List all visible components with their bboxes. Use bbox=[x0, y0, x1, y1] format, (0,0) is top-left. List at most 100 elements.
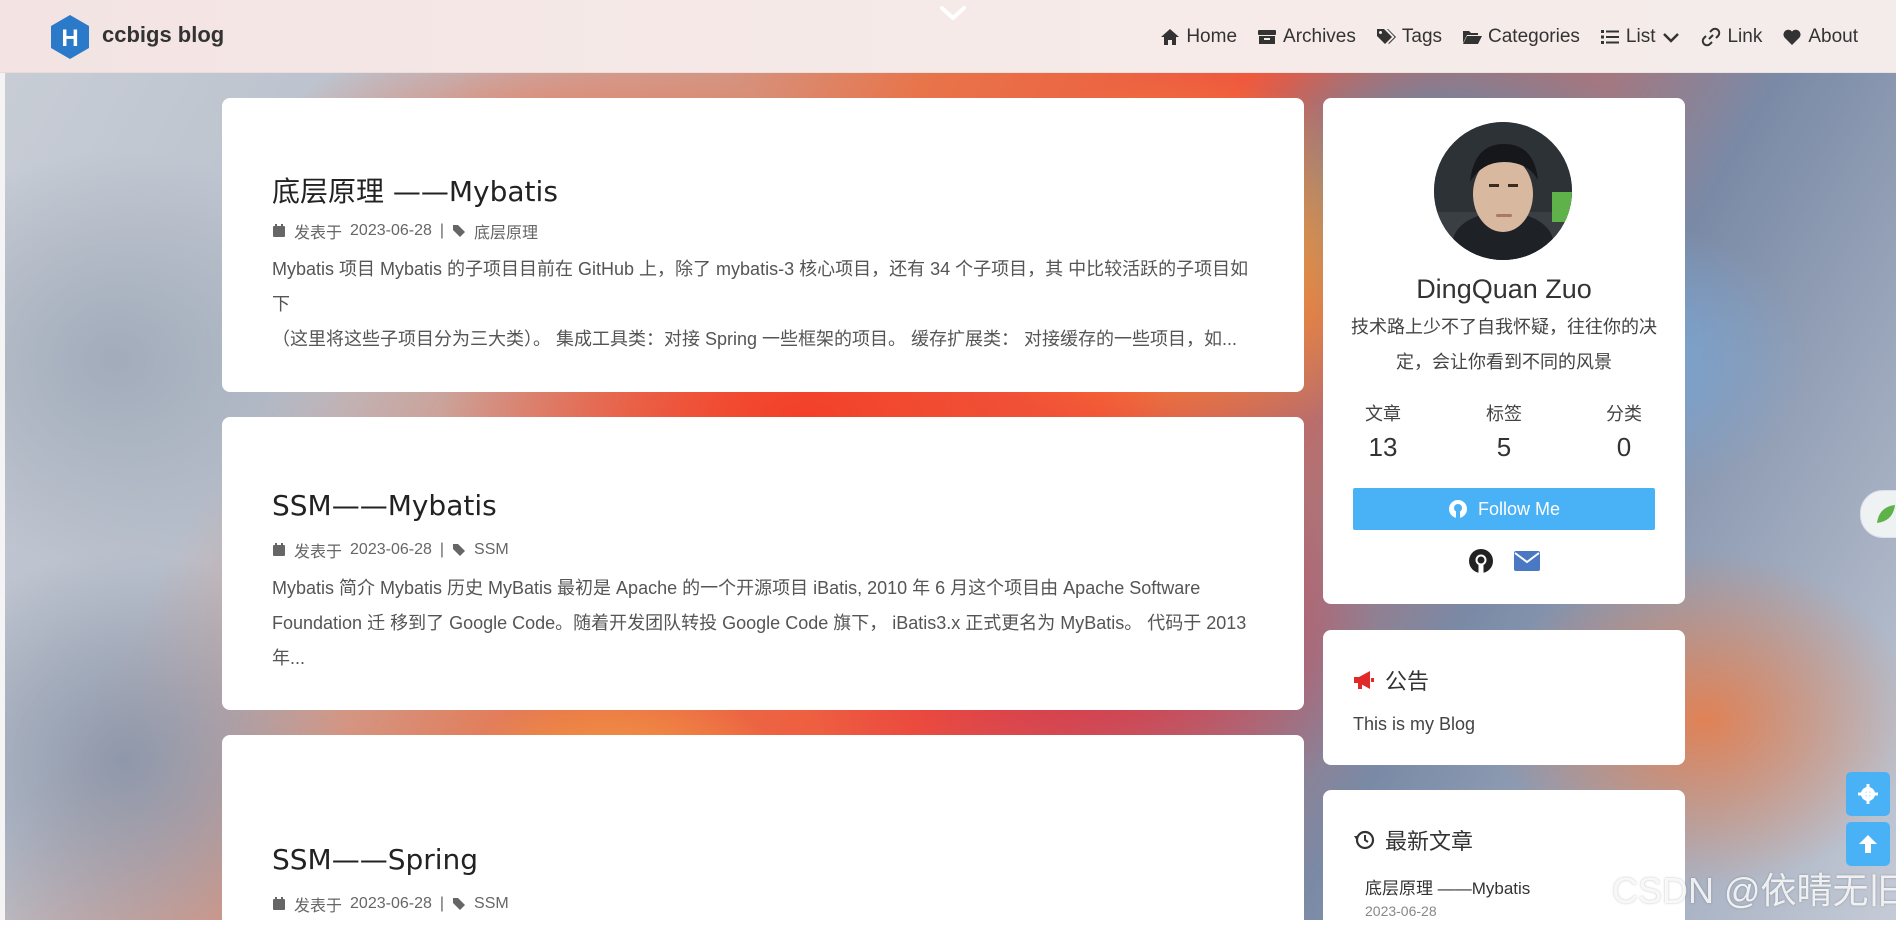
meta-separator: | bbox=[439, 222, 445, 239]
nav-about[interactable]: About bbox=[1782, 26, 1858, 48]
csdn-watermark: CSDN @依晴无旧 bbox=[1612, 870, 1896, 911]
settings-button[interactable] bbox=[1846, 772, 1890, 816]
stat-value: 13 bbox=[1368, 432, 1398, 462]
site-logo-icon[interactable]: H bbox=[50, 14, 90, 60]
post-meta: 发表于 2023-06-28 | SSM bbox=[272, 538, 509, 562]
author-card: DingQuan Zuo 技术路上少不了自我怀疑，往往你的决 定，会让你看到不同… bbox=[1323, 98, 1685, 604]
author-name: DingQuan Zuo bbox=[1416, 274, 1592, 304]
announcement-card: 公告 This is my Blog bbox=[1323, 630, 1685, 765]
back-to-top-button[interactable] bbox=[1846, 822, 1890, 866]
nav-list-label: List bbox=[1625, 26, 1656, 47]
history-icon bbox=[1354, 830, 1375, 850]
nav-tags-label: Tags bbox=[1401, 26, 1443, 47]
excerpt-line: Mybatis 简介 Mybatis 历史 MyBatis 最初是 Apache… bbox=[272, 578, 1201, 598]
folder-open-icon bbox=[1463, 31, 1483, 44]
calendar-icon bbox=[273, 224, 285, 237]
announcement-header: 公告 bbox=[1353, 664, 1429, 696]
leaf-icon bbox=[1877, 505, 1895, 523]
post-card: SSM——Mybatis 发表于 2023-06-28 | SSM Mybati… bbox=[222, 417, 1304, 710]
archive-icon bbox=[1258, 30, 1277, 44]
recent-posts-header: 最新文章 bbox=[1353, 824, 1473, 856]
post-excerpt: Mybatis 简介 Mybatis 历史 MyBatis 最初是 Apache… bbox=[272, 571, 1252, 676]
post-category[interactable]: SSM bbox=[474, 895, 509, 913]
post-date-prefix: 发表于 bbox=[294, 225, 343, 242]
post-date: 2023-06-28 bbox=[350, 895, 432, 912]
tag-icon bbox=[453, 544, 466, 556]
post-title[interactable]: SSM——Spring bbox=[272, 843, 478, 876]
side-widget-tab[interactable] bbox=[1860, 490, 1896, 538]
nav-link[interactable]: Link bbox=[1701, 26, 1762, 48]
post-date: 2023-06-28 bbox=[350, 222, 432, 239]
post-date-prefix: 发表于 bbox=[294, 898, 343, 915]
recent-post-title[interactable]: 底层原理 ——Mybatis bbox=[1365, 874, 1530, 899]
main-nav: Home Archives Tags Categories List Link … bbox=[1160, 26, 1858, 48]
nav-categories-label: Categories bbox=[1488, 26, 1580, 47]
avatar[interactable] bbox=[1434, 122, 1572, 260]
calendar-icon bbox=[273, 543, 285, 556]
stat-value: 5 bbox=[1496, 432, 1512, 462]
recent-post-date: 2023-06-28 bbox=[1365, 903, 1437, 919]
tags-icon bbox=[1376, 29, 1396, 44]
home-icon bbox=[1161, 29, 1180, 45]
author-description-line: 定，会让你看到不同的风景 bbox=[1396, 352, 1612, 372]
post-category[interactable]: 底层原理 bbox=[474, 219, 538, 243]
tag-icon bbox=[453, 225, 466, 237]
nav-home-label: Home bbox=[1186, 26, 1238, 47]
post-date-prefix: 发表于 bbox=[294, 544, 343, 561]
stat-label: 分类 bbox=[1606, 404, 1642, 424]
follow-me-label: Follow Me bbox=[1477, 498, 1561, 519]
post-card: 底层原理 ——Mybatis 发表于 2023-06-28 | 底层原理 Myb… bbox=[222, 98, 1304, 392]
stat-value: 0 bbox=[1616, 432, 1632, 462]
arrow-up-icon bbox=[1859, 835, 1877, 853]
stat-categories[interactable]: 分类 0 bbox=[1564, 400, 1684, 463]
author-description-line: 技术路上少不了自我怀疑，往往你的决 bbox=[1351, 317, 1657, 337]
recent-posts-title: 最新文章 bbox=[1385, 829, 1474, 854]
chevron-down-icon bbox=[1663, 33, 1680, 43]
nav-archives-label: Archives bbox=[1283, 26, 1356, 47]
nav-about-label: About bbox=[1808, 26, 1858, 47]
calendar-icon bbox=[273, 897, 285, 910]
svg-text:H: H bbox=[61, 25, 78, 52]
github-icon[interactable] bbox=[1468, 548, 1494, 574]
announcement-title: 公告 bbox=[1385, 669, 1430, 694]
site-brand[interactable]: ccbigs blog bbox=[102, 22, 224, 48]
follow-me-button[interactable]: Follow Me bbox=[1353, 488, 1655, 530]
nav-link-label: Link bbox=[1727, 26, 1763, 47]
nav-list[interactable]: List bbox=[1600, 26, 1682, 48]
nav-categories[interactable]: Categories bbox=[1462, 26, 1580, 48]
post-date: 2023-06-28 bbox=[350, 541, 432, 558]
post-title[interactable]: 底层原理 ——Mybatis bbox=[272, 170, 558, 210]
stat-tags[interactable]: 标签 5 bbox=[1444, 400, 1564, 463]
left-edge bbox=[0, 0, 5, 920]
list-icon bbox=[1600, 30, 1619, 44]
stat-label: 文章 bbox=[1365, 404, 1401, 424]
excerpt-line: Foundation 迁 移到了 Google Code。随着开发团队转投 Go… bbox=[272, 613, 1247, 668]
avatar-image bbox=[1434, 122, 1572, 260]
nav-archives[interactable]: Archives bbox=[1257, 26, 1356, 48]
post-meta: 发表于 2023-06-28 | SSM bbox=[272, 892, 509, 916]
heart-icon bbox=[1783, 29, 1801, 45]
site-header: H ccbigs blog Home Archives Tags Categor… bbox=[0, 0, 1896, 73]
post-title[interactable]: SSM——Mybatis bbox=[272, 489, 497, 522]
chevron-down-icon[interactable] bbox=[938, 2, 968, 24]
announcement-text: This is my Blog bbox=[1353, 714, 1476, 734]
tag-icon bbox=[453, 898, 466, 910]
nav-tags[interactable]: Tags bbox=[1376, 26, 1442, 48]
excerpt-line: （这里将这些子项目分为三大类）。 集成工具类：对接 Spring 一些框架的项目… bbox=[272, 329, 1238, 349]
mail-icon[interactable] bbox=[1513, 550, 1541, 572]
excerpt-line: Mybatis 项目 Mybatis 的子项目目前在 GitHub 上，除了 m… bbox=[272, 259, 1249, 314]
stat-label: 标签 bbox=[1486, 404, 1522, 424]
gear-icon bbox=[1858, 784, 1878, 804]
post-card: SSM——Spring 发表于 2023-06-28 | SSM bbox=[222, 735, 1304, 935]
stat-articles[interactable]: 文章 13 bbox=[1323, 400, 1443, 463]
author-description: 技术路上少不了自我怀疑，往往你的决 定，会让你看到不同的风景 bbox=[1351, 310, 1657, 380]
link-icon bbox=[1702, 27, 1721, 47]
post-meta: 发表于 2023-06-28 | 底层原理 bbox=[272, 219, 538, 243]
post-excerpt: Mybatis 项目 Mybatis 的子项目目前在 GitHub 上，除了 m… bbox=[272, 252, 1252, 357]
meta-separator: | bbox=[439, 541, 445, 558]
post-category[interactable]: SSM bbox=[474, 541, 509, 559]
nav-home[interactable]: Home bbox=[1160, 26, 1237, 48]
meta-separator: | bbox=[439, 895, 445, 912]
github-icon bbox=[1448, 500, 1467, 518]
bullhorn-icon bbox=[1354, 671, 1374, 689]
